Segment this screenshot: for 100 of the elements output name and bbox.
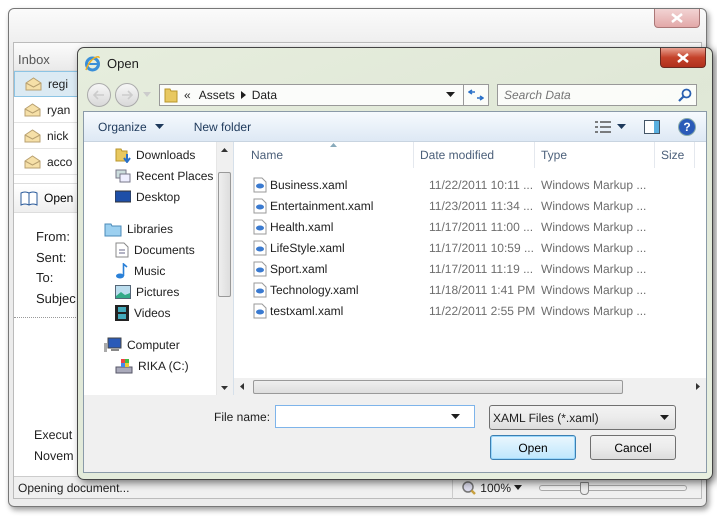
preview-pane-icon[interactable] (644, 120, 660, 134)
date-cell-text: 11/18/2011 1:41 PM (428, 282, 535, 298)
field-label: From: (36, 228, 70, 246)
folder-icon (164, 86, 178, 102)
nav-item[interactable]: RIKA (C:) (84, 355, 214, 376)
new-folder-button[interactable]: New folder (194, 118, 252, 136)
close-icon (677, 52, 689, 62)
envelope-icon (24, 128, 41, 142)
file-name[interactable]: Entertainment.xaml (234, 196, 414, 214)
xaml-file-icon (253, 218, 267, 234)
caret-icon (514, 485, 522, 490)
file-name[interactable]: Health.xaml (234, 218, 414, 236)
folder-download-icon (115, 146, 131, 162)
forward-arrow-icon (121, 90, 133, 100)
vertical-scrollbar[interactable] (216, 142, 233, 395)
desktop-icon (115, 190, 131, 204)
scroll-right-arrow-icon[interactable] (696, 383, 700, 390)
file-name-field[interactable] (275, 405, 476, 428)
dropdown-arrow-icon (451, 414, 460, 419)
type-cell-text: Windows Markup ... (540, 282, 646, 298)
scroll-left-arrow-icon[interactable] (240, 383, 244, 390)
file-name[interactable]: Business.xaml (234, 176, 414, 194)
type-cell-text: Windows Markup ... (540, 240, 646, 256)
music-note-icon (115, 262, 129, 278)
chevron-icon[interactable] (240, 90, 246, 98)
close-button[interactable] (660, 48, 706, 68)
open-button[interactable]: Open (490, 435, 576, 460)
browser-logo-icon (84, 55, 101, 72)
field-label: To: (36, 269, 54, 287)
envelope-icon (24, 102, 41, 116)
magnifier-icon (461, 480, 478, 496)
computer-icon (104, 336, 122, 352)
film-strip-icon (115, 304, 129, 320)
caret-icon (154, 124, 164, 129)
nav-item[interactable]: Documents (84, 239, 214, 260)
xaml-file-icon (253, 260, 267, 276)
type-cell-text: Windows Markup ... (540, 260, 646, 278)
book-icon (20, 190, 38, 206)
help-button[interactable]: ? (678, 118, 696, 136)
drive-icon (115, 358, 133, 374)
nav-item[interactable]: Desktop (84, 186, 214, 207)
type-cell-text: Windows Markup ... (540, 176, 646, 194)
nav-item[interactable]: Pictures (84, 281, 214, 302)
picture-icon (115, 284, 131, 298)
sort-arrow-icon (330, 143, 337, 147)
nav-item[interactable]: Computer (84, 334, 214, 355)
open-button[interactable]: Open (20, 189, 74, 207)
type-cell-text: Windows Markup ... (540, 198, 646, 214)
close-icon (671, 13, 683, 23)
date-cell-text: 11/23/2011 11:34 ... (428, 198, 534, 214)
xaml-file-icon (253, 302, 267, 318)
nav-item[interactable]: Music (84, 260, 214, 281)
views-button[interactable] (595, 120, 626, 132)
date-cell-text: 11/17/2011 10:59 ... (428, 240, 535, 256)
envelope-icon (25, 77, 42, 91)
type-cell-text: Windows Markup ... (540, 302, 646, 320)
scroll-up-arrow-icon[interactable] (221, 148, 228, 152)
organize-menu[interactable]: Organize (98, 118, 164, 136)
recent-places-icon (115, 168, 131, 184)
column-header[interactable]: Date modified (414, 142, 535, 168)
slider-thumb[interactable] (580, 482, 590, 494)
date-cell-text: 11/22/2011 2:55 PM (428, 302, 535, 320)
date-cell-text: 11/17/2011 11:19 ... (428, 260, 534, 278)
breadcrumb-overflow[interactable]: « (184, 86, 191, 104)
file-name[interactable]: Sport.xaml (234, 260, 414, 278)
nav-item[interactable]: Recent Places (84, 165, 214, 186)
dropdown-arrow-icon (660, 415, 669, 420)
library-icon (104, 220, 122, 236)
scroll-down-arrow-icon[interactable] (221, 386, 228, 390)
zoom-level-button[interactable]: 100% (480, 478, 522, 496)
nav-item[interactable]: Downloads (84, 144, 214, 165)
field-label: Sent: (36, 248, 66, 266)
envelope-icon (24, 154, 41, 168)
caret-icon (617, 124, 626, 129)
body-text: Novem (34, 448, 74, 464)
list-view-icon (595, 120, 611, 132)
file-name[interactable]: LifeStyle.xaml (234, 238, 414, 256)
column-header[interactable]: Type (535, 142, 655, 168)
horizontal-scrollbar[interactable] (234, 378, 706, 395)
dropdown-arrow-icon[interactable] (446, 92, 455, 97)
file-name[interactable]: testxaml.xaml (234, 302, 414, 320)
search-field[interactable]: Search Data (497, 84, 697, 106)
nav-item[interactable]: Videos (84, 302, 214, 323)
breadcrumb-item[interactable]: Assets (198, 86, 235, 104)
file-type-dropdown[interactable]: XAML Files (*.xaml) (489, 405, 676, 430)
breadcrumb-item[interactable]: Data (252, 86, 278, 104)
file-name[interactable]: Technology.xaml (234, 280, 414, 298)
xaml-file-icon (253, 176, 267, 192)
back-arrow-icon (93, 90, 105, 100)
dialog-title: Open (107, 55, 139, 73)
xaml-file-icon (253, 240, 267, 256)
cancel-button[interactable]: Cancel (590, 435, 676, 460)
field-label: Subjec (36, 290, 76, 308)
column-header[interactable]: Size (655, 142, 695, 168)
address-bar[interactable]: « Assets Data (159, 84, 489, 106)
date-cell-text: 11/17/2011 11:00 ... (428, 218, 534, 236)
nav-item[interactable]: Libraries (84, 218, 214, 239)
type-cell-text: Windows Markup ... (540, 218, 646, 236)
document-icon (115, 242, 129, 258)
date-cell-text: 11/22/2011 10:11 ... (428, 176, 534, 194)
